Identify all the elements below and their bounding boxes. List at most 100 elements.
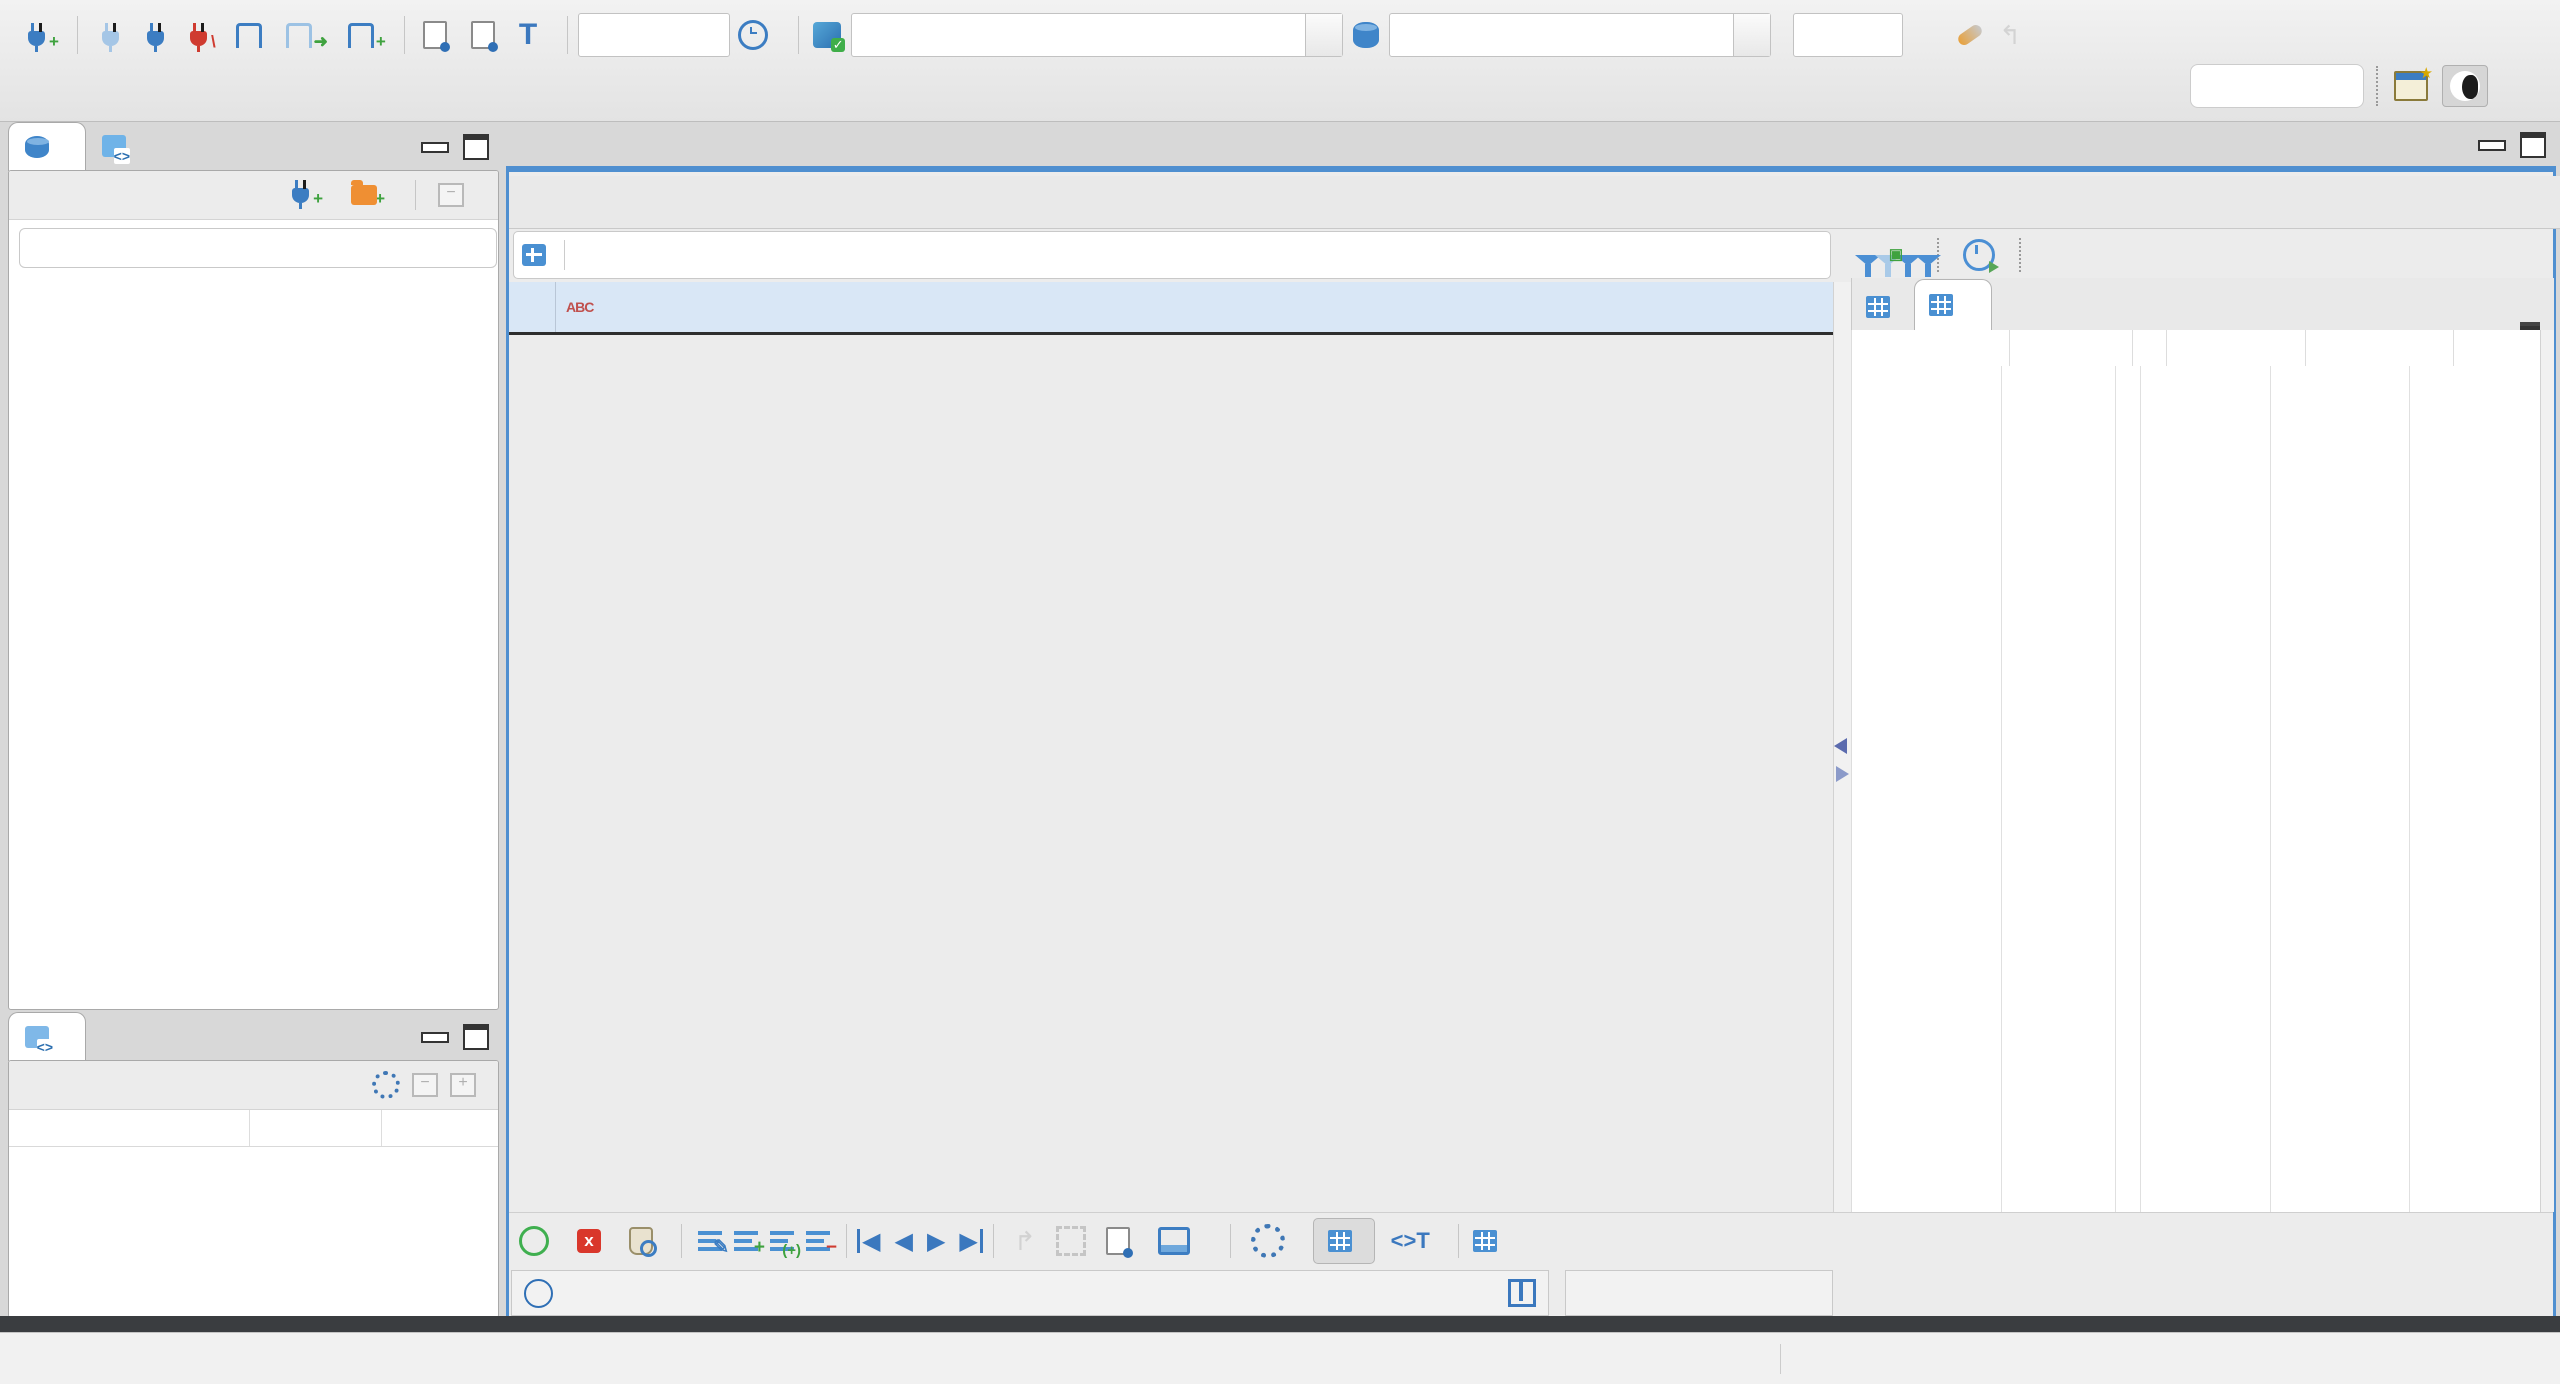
fetch-all-button[interactable] <box>1055 1226 1086 1256</box>
grid-corner-cell[interactable] <box>509 282 556 332</box>
result-statusbar <box>509 1270 2553 1316</box>
new-sql-editor-button[interactable] <box>232 22 266 48</box>
project-icon <box>25 1026 53 1055</box>
navigator-tabstrip <box>8 122 499 172</box>
auto-refresh-status <box>1565 1270 1833 1316</box>
undo-button[interactable]: ↰ <box>1999 20 2021 51</box>
fetch-size-input[interactable] <box>1793 13 1904 57</box>
collapse-all-icon[interactable]: − <box>438 183 464 207</box>
plug-reconnect-icon <box>146 22 164 52</box>
panels-icon <box>1157 1227 1190 1255</box>
rollback-button[interactable] <box>470 21 503 52</box>
edit-row-button[interactable]: ✎ <box>698 1230 729 1258</box>
data-grid <box>509 332 1833 1212</box>
schema-select-dropdown[interactable] <box>1733 14 1771 56</box>
script-button[interactable] <box>629 1227 661 1257</box>
gear-icon[interactable] <box>372 1071 400 1099</box>
window-statusbar <box>0 1332 2560 1384</box>
dbeaver-perspective-button[interactable] <box>2442 65 2488 107</box>
project-toolbar: − + <box>9 1061 498 1110</box>
column-header-name[interactable] <box>1852 330 2010 366</box>
record-button[interactable] <box>1105 1227 1138 1258</box>
tab-project-general[interactable] <box>8 1012 86 1061</box>
dbeaver-logo-icon <box>2450 71 2480 101</box>
add-row-button[interactable]: + <box>734 1230 765 1258</box>
minimize-panel-icon[interactable] <box>2520 322 2540 330</box>
fit-width-icon[interactable] <box>1508 1279 1536 1307</box>
previous-row-button[interactable]: ◀ <box>894 1227 912 1256</box>
flashlight-icon <box>1956 22 1985 48</box>
tab-metadata[interactable] <box>1914 279 1992 330</box>
auto-refresh-button[interactable] <box>1955 239 2007 273</box>
navigator-filter-input[interactable] <box>19 228 497 268</box>
metadata-body-background <box>1851 366 2554 1212</box>
column-header-type[interactable] <box>2167 330 2306 366</box>
disconnect-button[interactable]: \ <box>184 18 216 52</box>
database-tree <box>9 276 498 1009</box>
quick-access-input[interactable] <box>2190 64 2364 108</box>
collapse-all-icon[interactable]: − <box>412 1073 438 1097</box>
side-panel-tabstrip <box>1851 278 2554 331</box>
next-row-button[interactable]: ▶ <box>927 1227 945 1256</box>
first-row-button[interactable]: ◀ <box>857 1227 887 1256</box>
text-view-button[interactable]: <>T <box>1391 1228 1438 1254</box>
folder-add-icon <box>351 180 378 205</box>
database-select-dropdown[interactable] <box>1305 14 1343 56</box>
navigator-new-connection-button[interactable]: + <box>286 179 323 209</box>
tab-database-navigator[interactable] <box>8 122 86 171</box>
maximize-editor-icon[interactable] <box>2520 132 2546 158</box>
search-metadata-button[interactable] <box>1956 22 1985 48</box>
last-row-button[interactable]: ▶ <box>952 1227 983 1256</box>
transaction-log-button[interactable]: T <box>519 18 549 52</box>
schema-select[interactable] <box>1389 13 1772 57</box>
metadata-panel-icon <box>1929 294 1953 316</box>
maximize-view-icon[interactable] <box>463 1024 489 1050</box>
transaction-icon: T <box>518 18 538 51</box>
fetch-page-button[interactable]: ↰ <box>1014 1226 1036 1257</box>
filter-bar: ▣ <box>509 229 2553 281</box>
connect-button[interactable] <box>96 22 125 52</box>
column-header-tablename[interactable] <box>2306 330 2454 366</box>
tab-value[interactable] <box>1852 284 1914 330</box>
metadata-scrollbar[interactable] <box>2540 330 2554 1212</box>
project-panel: − + <box>8 1060 499 1318</box>
new-sql-script-button[interactable]: + <box>344 18 386 52</box>
project-table-header <box>9 1110 498 1147</box>
minimize-view-icon[interactable] <box>421 141 449 153</box>
column-header-number[interactable] <box>2133 330 2167 366</box>
save-button[interactable] <box>519 1226 557 1256</box>
new-folder-button[interactable]: + <box>351 180 385 209</box>
txn-history-button[interactable] <box>738 20 780 50</box>
selection-box-icon <box>1055 1226 1086 1256</box>
reconnect-button[interactable] <box>141 22 168 52</box>
panels-button[interactable] <box>1157 1227 1210 1255</box>
txn-mode-select[interactable] <box>578 13 731 57</box>
database-select[interactable] <box>851 13 1344 57</box>
new-connection-button[interactable]: + <box>22 18 59 52</box>
delete-row-button[interactable]: − <box>806 1230 837 1258</box>
open-sql-editor-button[interactable]: ➜ <box>282 18 328 52</box>
column-header-label[interactable] <box>2010 330 2133 366</box>
plug-connect-icon <box>101 22 119 52</box>
minimize-editor-icon[interactable] <box>2478 139 2506 151</box>
commit-icon <box>422 21 450 52</box>
value-viewer-icon[interactable] <box>1472 1230 1497 1252</box>
duplicate-row-button[interactable]: (+) <box>770 1230 801 1259</box>
cancel-button[interactable]: x <box>577 1229 609 1253</box>
table-icon <box>522 244 546 266</box>
open-perspective-icon[interactable] <box>2394 64 2433 101</box>
minimize-view-icon[interactable] <box>421 1031 449 1043</box>
expand-all-icon[interactable]: + <box>450 1073 476 1097</box>
fetch-arrow-icon: ↰ <box>1013 1225 1036 1256</box>
tab-projects[interactable] <box>86 122 150 170</box>
text-icon: <>T <box>1390 1228 1430 1253</box>
settings-button[interactable] <box>1250 1224 1297 1258</box>
grid-view-button[interactable] <box>1312 1218 1375 1264</box>
clock-icon <box>738 20 769 50</box>
result-subtabs <box>509 176 2560 229</box>
plug-new-icon <box>292 179 310 209</box>
commit-button[interactable] <box>422 21 455 52</box>
column-header-postalcode-clipped[interactable]: ABC <box>556 282 599 332</box>
sql-filter-input[interactable] <box>575 240 1789 270</box>
maximize-view-icon[interactable] <box>463 134 489 160</box>
